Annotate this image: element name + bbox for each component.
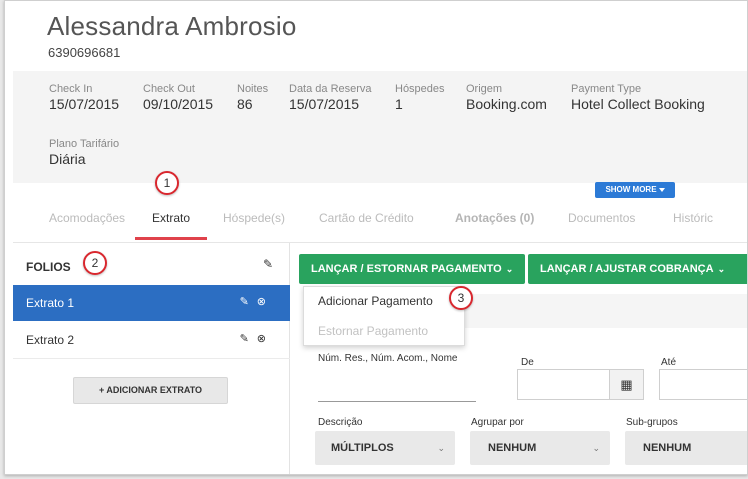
description-label: Descrição [318,417,363,428]
description-value: MÚLTIPLOS [331,442,394,454]
post-payment-label: LANÇAR / ESTORNAR PAGAMENTO [311,263,502,275]
tab-guests[interactable]: Hóspede(s) [223,211,285,225]
post-charge-button[interactable]: LANÇAR / AJUSTAR COBRANÇA ⌄ [528,254,747,284]
check-in-label: Check In [49,83,93,95]
booking-date-label: Data da Reserva [289,83,372,95]
close-circle-icon[interactable]: ⊗ [257,296,274,308]
chevron-down-icon: ⌄ [437,443,445,453]
group-by-select[interactable]: NENHUM ⌄ [470,431,610,465]
folio-item[interactable]: Extrato 2 ✎⊗ [13,322,290,358]
pencil-icon[interactable]: ✎ [263,257,273,271]
menu-item-reverse-payment[interactable]: Estornar Pagamento [318,324,428,338]
check-out-field: Check Out 09/10/2015 [143,83,213,112]
check-out-value: 09/10/2015 [143,96,214,112]
payment-type-value: Hotel Collect Booking [571,96,705,112]
from-date-input[interactable] [517,369,610,400]
subgroups-value: NENHUM [643,442,692,454]
tab-statement[interactable]: Extrato [152,211,190,225]
rate-plan-label: Plano Tarifário [49,138,120,150]
folio-label: Extrato 2 [26,333,75,347]
post-payment-button[interactable]: LANÇAR / ESTORNAR PAGAMENTO ⌄ [299,254,525,284]
booking-id: 6390696681 [48,45,121,60]
caret-down-icon [658,187,665,192]
subgroups-label: Sub-grupos [626,417,678,428]
check-out-label: Check Out [143,83,195,95]
rate-plan-field: Plano Tarifário Diária [49,138,119,167]
to-date-label: Até [661,357,677,368]
calendar-icon[interactable]: ▦ [609,369,644,400]
pencil-icon[interactable]: ✎ [240,333,257,345]
guests-field: Hóspedes 1 [395,83,445,112]
nights-value: 86 [237,96,253,112]
folio-item-selected[interactable]: Extrato 1 ✎⊗ [13,285,290,321]
tab-accommodations[interactable]: Acomodações [49,211,125,225]
show-more-button[interactable]: SHOW MORE [595,182,675,198]
payment-type-label: Payment Type [571,83,642,95]
plus-icon: + [98,385,105,395]
nights-field: Noites 86 [237,83,268,112]
menu-item-add-payment[interactable]: Adicionar Pagamento [318,294,433,308]
booking-date-value: 15/07/2015 [289,96,360,112]
origin-label: Origem [466,83,503,95]
guest-name: Alessandra Ambrosio [47,11,297,41]
callout-badge-2: 2 [83,251,107,275]
show-more-label: SHOW MORE [605,185,657,194]
search-field-label: Núm. Res., Núm. Acom., Nome [318,353,458,364]
payment-dropdown-menu: Adicionar Pagamento Estornar Pagamento [303,286,465,346]
tab-notes[interactable]: Anotações (0) [455,211,534,225]
origin-field: Origem Booking.com [466,83,547,112]
post-charge-label: LANÇAR / AJUSTAR COBRANÇA [540,263,714,275]
nights-label: Noites [237,83,269,95]
action-bar-background [465,294,747,328]
from-date-label: De [521,357,534,368]
folio-label: Extrato 1 [26,296,75,310]
search-input[interactable] [318,401,476,402]
rate-plan-value: Diária [49,151,86,167]
guests-label: Hóspedes [395,83,445,95]
guests-value: 1 [395,96,403,112]
add-folio-label: ADICIONAR EXTRATO [106,385,203,395]
subgroups-select[interactable]: NENHUM [625,431,747,465]
group-by-value: NENHUM [488,442,537,454]
folios-divider [13,358,290,359]
chevron-down-icon: ⌄ [505,264,514,274]
active-tab-indicator [135,237,207,240]
booking-date-field: Data da Reserva 15/07/2015 [289,83,372,112]
folios-sidebar: FOLIOS ✎ Extrato 1 ✎⊗ Extrato 2 ✎⊗ + ADI… [13,243,290,474]
folios-header: FOLIOS ✎ [13,243,290,285]
chevron-down-icon: ⌄ [592,443,600,453]
tab-history[interactable]: Históric [673,211,713,225]
group-by-label: Agrupar por [471,417,524,428]
check-in-value: 15/07/2015 [49,96,120,112]
pencil-icon[interactable]: ✎ [240,296,257,308]
tabs-bar: Acomodações Extrato Hóspede(s) Cartão de… [13,199,747,241]
add-folio-button[interactable]: + ADICIONAR EXTRATO [73,377,228,404]
reservation-window: Alessandra Ambrosio 6390696681 Check In … [4,0,748,475]
check-in-field: Check In 15/07/2015 [49,83,119,112]
to-date-input[interactable] [659,369,747,400]
reservation-info-panel: Check In 15/07/2015 Check Out 09/10/2015… [13,71,747,183]
close-circle-icon[interactable]: ⊗ [257,333,274,345]
origin-value: Booking.com [466,96,547,112]
tab-documents[interactable]: Documentos [568,211,635,225]
payment-type-field: Payment Type Hotel Collect Booking [571,83,705,112]
tab-credit-card[interactable]: Cartão de Crédito [319,211,414,225]
chevron-down-icon: ⌄ [717,264,726,274]
callout-badge-1: 1 [155,171,179,195]
description-select[interactable]: MÚLTIPLOS ⌄ [315,431,455,465]
folios-title: FOLIOS [26,260,71,274]
callout-badge-3: 3 [449,286,473,310]
